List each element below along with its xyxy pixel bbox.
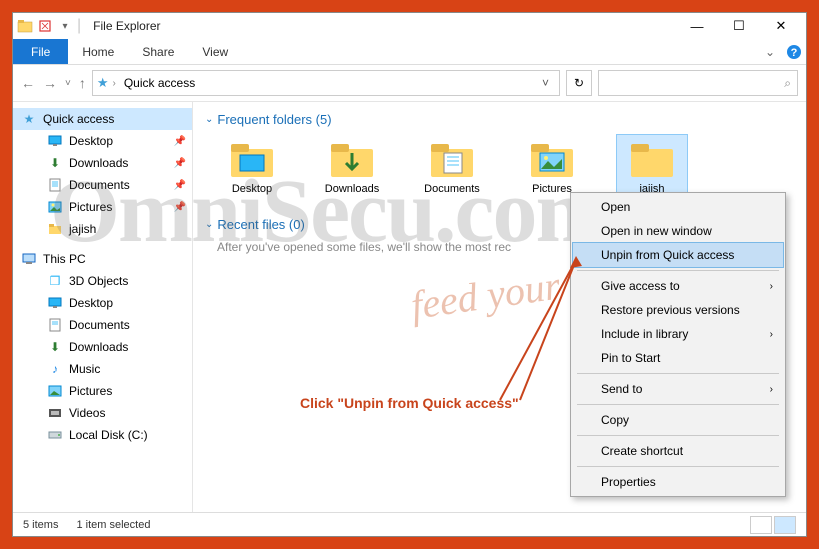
sidebar-item-pc-pictures[interactable]: Pictures <box>13 380 192 402</box>
status-selected-count: 1 item selected <box>76 519 150 531</box>
sidebar-item-3d-objects[interactable]: ❒3D Objects <box>13 270 192 292</box>
sidebar-quick-access[interactable]: ★ Quick access <box>13 108 192 130</box>
pin-icon: 📌 <box>174 180 186 191</box>
quick-access-star-icon: ★ <box>97 75 109 91</box>
context-menu: Open Open in new window Unpin from Quick… <box>570 192 786 497</box>
folder-documents[interactable]: Documents <box>417 135 487 199</box>
menu-open[interactable]: Open <box>573 195 783 219</box>
details-view-button[interactable] <box>750 516 772 534</box>
chevron-down-icon: ⌄ <box>205 219 213 230</box>
tab-file[interactable]: File <box>13 39 68 64</box>
star-icon: ★ <box>21 111 37 127</box>
menu-properties[interactable]: Properties <box>573 470 783 494</box>
sidebar-item-documents[interactable]: Documents 📌 <box>13 174 192 196</box>
tab-share[interactable]: Share <box>128 39 188 64</box>
desktop-icon <box>47 133 63 149</box>
search-icon: ⌕ <box>784 76 791 91</box>
music-icon: ♪ <box>47 361 63 377</box>
submenu-arrow-icon: › <box>770 384 773 395</box>
frequent-folders-header[interactable]: ⌄ Frequent folders (5) <box>205 112 794 127</box>
pictures-icon <box>47 199 63 215</box>
menu-give-access[interactable]: Give access to› <box>573 274 783 298</box>
recent-locations-icon[interactable]: ˅ <box>65 78 71 89</box>
maximize-button[interactable]: ☐ <box>718 13 760 39</box>
sidebar-item-local-disk[interactable]: Local Disk (C:) <box>13 424 192 446</box>
submenu-arrow-icon: › <box>770 281 773 292</box>
menu-create-shortcut[interactable]: Create shortcut <box>573 439 783 463</box>
tab-view[interactable]: View <box>188 39 242 64</box>
downloads-icon: ⬇ <box>47 155 63 171</box>
titlebar: ▾ | File Explorer — ☐ ✕ <box>13 13 806 39</box>
breadcrumb[interactable]: Quick access <box>120 76 199 90</box>
pin-icon: 📌 <box>174 158 186 169</box>
help-icon[interactable]: ? <box>782 39 806 64</box>
folder-downloads[interactable]: Downloads <box>317 135 387 199</box>
sidebar-item-desktop[interactable]: Desktop 📌 <box>13 130 192 152</box>
up-button[interactable]: ↑ <box>79 75 86 91</box>
folder-icon <box>47 221 63 237</box>
videos-icon <box>47 405 63 421</box>
sidebar-item-downloads[interactable]: ⬇ Downloads 📌 <box>13 152 192 174</box>
menu-copy[interactable]: Copy <box>573 408 783 432</box>
menu-include-library[interactable]: Include in library› <box>573 322 783 346</box>
submenu-arrow-icon: › <box>770 329 773 340</box>
pin-icon: 📌 <box>174 136 186 147</box>
documents-icon <box>47 177 63 193</box>
sidebar-item-videos[interactable]: Videos <box>13 402 192 424</box>
icons-view-button[interactable] <box>774 516 796 534</box>
address-dropdown-icon[interactable]: ˅ <box>536 76 555 90</box>
desktop-icon <box>47 295 63 311</box>
sidebar-item-jajish[interactable]: jajish <box>13 218 192 240</box>
tab-home[interactable]: Home <box>68 39 128 64</box>
explorer-icon <box>17 18 33 34</box>
refresh-button[interactable]: ↻ <box>566 70 592 96</box>
quick-access-toolbar: ▾ | <box>17 17 81 35</box>
new-folder-icon[interactable]: ▾ <box>57 18 73 34</box>
back-button[interactable]: ← <box>21 75 35 91</box>
menu-unpin-quick-access[interactable]: Unpin from Quick access <box>573 243 783 267</box>
status-item-count: 5 items <box>23 519 58 531</box>
3d-icon: ❒ <box>47 273 63 289</box>
ribbon-tabs: File Home Share View ⌄ ? <box>13 39 806 65</box>
properties-icon[interactable] <box>37 18 53 34</box>
close-button[interactable]: ✕ <box>760 13 802 39</box>
address-bar: ← → ˅ ↑ ★ › Quick access ˅ ↻ ⌕ <box>13 65 806 101</box>
address-path[interactable]: ★ › Quick access ˅ <box>92 70 560 96</box>
sidebar-item-pc-desktop[interactable]: Desktop <box>13 292 192 314</box>
svg-text:?: ? <box>791 47 798 59</box>
sidebar-this-pc[interactable]: This PC <box>13 248 192 270</box>
navigation-pane: ★ Quick access Desktop 📌 ⬇ Downloads 📌 D… <box>13 102 193 512</box>
pin-icon: 📌 <box>174 202 186 213</box>
status-bar: 5 items 1 item selected <box>13 512 806 536</box>
folder-jajish[interactable]: jajish <box>617 135 687 199</box>
menu-pin-start[interactable]: Pin to Start <box>573 346 783 370</box>
menu-restore-previous[interactable]: Restore previous versions <box>573 298 783 322</box>
downloads-icon: ⬇ <box>47 339 63 355</box>
window-title: File Explorer <box>93 19 160 33</box>
pc-icon <box>21 251 37 267</box>
pictures-icon <box>47 383 63 399</box>
drive-icon <box>47 427 63 443</box>
sidebar-item-pc-documents[interactable]: Documents <box>13 314 192 336</box>
minimize-button[interactable]: — <box>676 13 718 39</box>
menu-open-new-window[interactable]: Open in new window <box>573 219 783 243</box>
search-input[interactable]: ⌕ <box>598 70 798 96</box>
folder-desktop[interactable]: Desktop <box>217 135 287 199</box>
folder-pictures[interactable]: Pictures <box>517 135 587 199</box>
documents-icon <box>47 317 63 333</box>
forward-button[interactable]: → <box>43 75 57 91</box>
ribbon-expand-icon[interactable]: ⌄ <box>758 39 782 64</box>
sidebar-item-music[interactable]: ♪Music <box>13 358 192 380</box>
sidebar-item-pictures[interactable]: Pictures 📌 <box>13 196 192 218</box>
menu-send-to[interactable]: Send to› <box>573 377 783 401</box>
chevron-down-icon: ⌄ <box>205 114 213 125</box>
sidebar-item-pc-downloads[interactable]: ⬇Downloads <box>13 336 192 358</box>
